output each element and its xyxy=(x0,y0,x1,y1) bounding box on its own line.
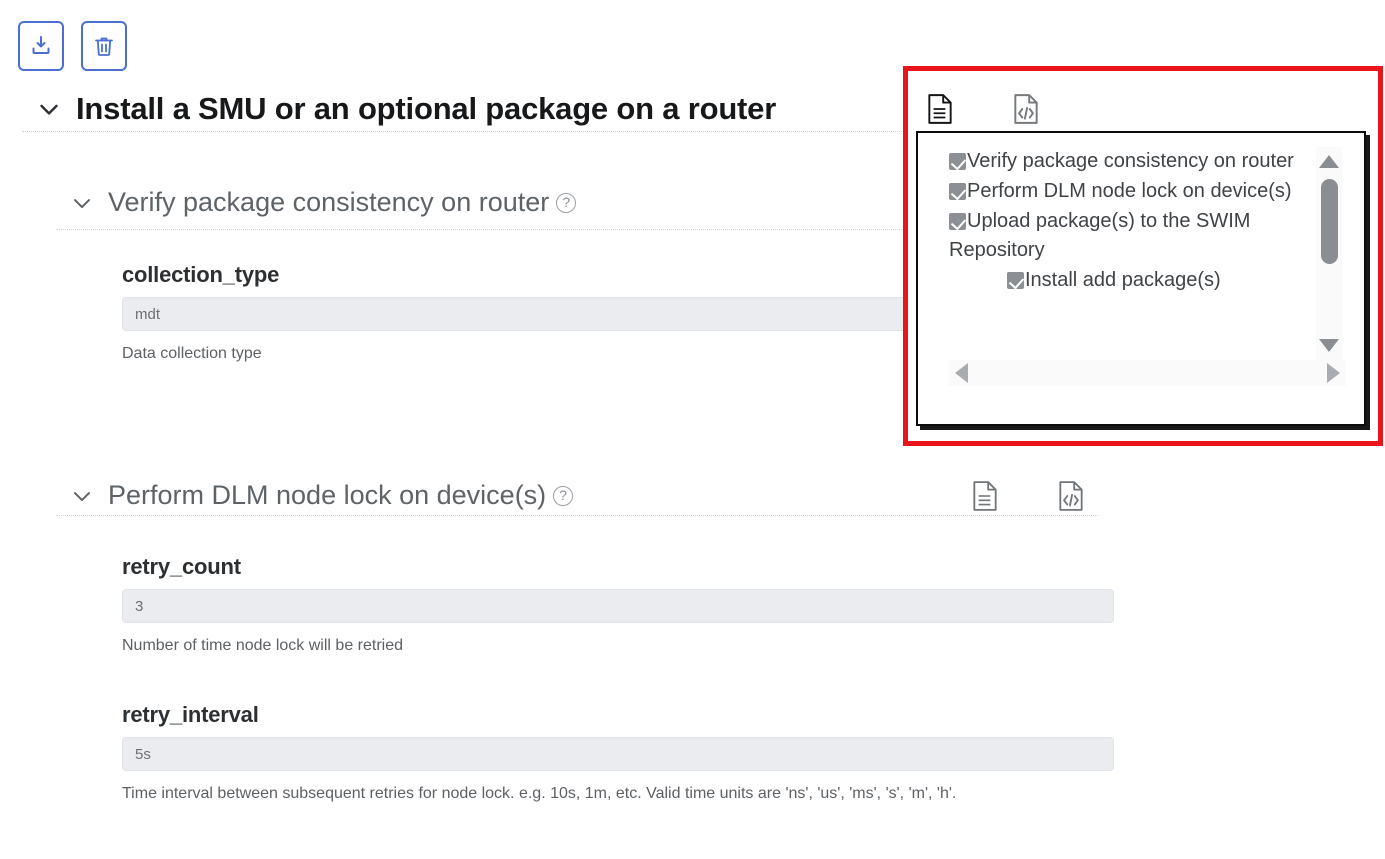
list-item[interactable]: Upload package(s) to the SWIM Repository xyxy=(949,207,1319,265)
list-item-label: Perform DLM node lock on device(s) xyxy=(967,180,1292,202)
help-icon[interactable]: ? xyxy=(556,192,577,213)
document-icon[interactable] xyxy=(970,480,1000,512)
checkbox-checked-icon[interactable] xyxy=(949,213,966,230)
field-retry-interval: retry_interval 5s Time interval between … xyxy=(122,702,1114,803)
main-section-title: Install a SMU or an optional package on … xyxy=(76,90,777,126)
subsection-dlm-actions xyxy=(970,480,1098,512)
triangle-left-icon xyxy=(955,363,968,383)
retry-count-input[interactable]: 3 xyxy=(122,589,1114,623)
chevron-down-icon[interactable] xyxy=(22,94,76,124)
triangle-right-icon xyxy=(1327,363,1340,383)
scroll-down-button[interactable] xyxy=(1319,339,1339,355)
subsection-verify-package-consistency: Verify package consistency on router ? xyxy=(56,176,918,230)
triangle-up-icon xyxy=(1319,155,1339,168)
scroll-up-button[interactable] xyxy=(1319,155,1339,171)
checkbox-checked-icon[interactable] xyxy=(1007,272,1024,289)
toolbar xyxy=(18,21,127,71)
subsection-verify-toggle[interactable]: Verify package consistency on router ? xyxy=(56,176,918,230)
task-list: Verify package consistency on router Per… xyxy=(949,147,1319,369)
subsection-perform-dlm-node-lock: Perform DLM node lock on device(s) ? xyxy=(56,476,1098,516)
chevron-down-icon[interactable] xyxy=(56,189,108,217)
field-hint: Time interval between subsequent retries… xyxy=(122,785,957,802)
highlighted-popup: Verify package consistency on router Per… xyxy=(903,66,1383,446)
popup-tab-bar xyxy=(925,93,1041,125)
subsection-verify-title: Verify package consistency on router xyxy=(108,187,550,217)
list-item-label: Upload package(s) to the SWIM Repository xyxy=(949,210,1251,261)
field-label: retry_count xyxy=(122,554,241,579)
horizontal-scrollbar[interactable] xyxy=(949,360,1346,386)
field-label: retry_interval xyxy=(122,702,259,727)
list-item[interactable]: Verify package consistency on router xyxy=(949,147,1319,176)
vertical-scrollbar[interactable] xyxy=(1316,147,1342,369)
chevron-down-icon[interactable] xyxy=(56,482,108,510)
download-icon xyxy=(29,34,53,58)
field-hint: Number of time node lock will be retried xyxy=(122,637,404,654)
scroll-right-button[interactable] xyxy=(1327,363,1340,383)
page-root: Install a SMU or an optional package on … xyxy=(0,0,1385,859)
list-item[interactable]: Install add package(s) xyxy=(949,266,1319,295)
checkbox-checked-icon[interactable] xyxy=(949,153,966,170)
task-list-panel: Verify package consistency on router Per… xyxy=(916,131,1366,426)
code-document-icon[interactable] xyxy=(1011,93,1041,125)
main-section-header: Install a SMU or an optional package on … xyxy=(22,86,918,132)
scroll-left-button[interactable] xyxy=(955,363,968,383)
triangle-down-icon xyxy=(1319,339,1339,352)
trash-icon xyxy=(92,34,116,58)
main-section-toggle[interactable]: Install a SMU or an optional package on … xyxy=(22,86,918,132)
delete-button[interactable] xyxy=(81,21,127,71)
document-icon[interactable] xyxy=(925,93,955,125)
retry-interval-input[interactable]: 5s xyxy=(122,737,1114,771)
subsection-dlm-title: Perform DLM node lock on device(s) xyxy=(108,480,547,510)
scrollbar-thumb[interactable] xyxy=(1321,179,1338,264)
field-retry-count: retry_count 3 Number of time node lock w… xyxy=(122,554,1114,655)
subsection-dlm-toggle[interactable]: Perform DLM node lock on device(s) ? xyxy=(56,476,1098,516)
code-document-icon[interactable] xyxy=(1056,480,1086,512)
list-item-label: Verify package consistency on router xyxy=(967,150,1294,172)
checkbox-checked-icon[interactable] xyxy=(949,183,966,200)
list-item[interactable]: Perform DLM node lock on device(s) xyxy=(949,177,1319,206)
download-button[interactable] xyxy=(18,21,64,71)
list-item-label: Install add package(s) xyxy=(1025,269,1221,291)
help-icon[interactable]: ? xyxy=(553,485,574,506)
